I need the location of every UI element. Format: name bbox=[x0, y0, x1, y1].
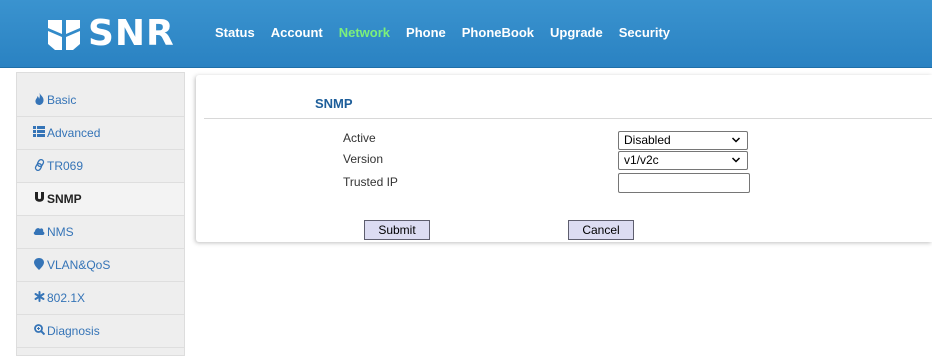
sidebar-item-label: Diagnosis bbox=[47, 324, 100, 338]
asterisk-icon bbox=[33, 291, 45, 305]
nav-account[interactable]: Account bbox=[263, 19, 331, 47]
nav-phone[interactable]: Phone bbox=[398, 19, 454, 47]
sidebar-item-label: Basic bbox=[47, 93, 77, 107]
chevron-down-icon bbox=[731, 157, 741, 163]
snr-logo-icon bbox=[48, 20, 80, 50]
top-header: SNR Status Account Network Phone PhoneBo… bbox=[0, 0, 932, 68]
sidebar-item-label: TR069 bbox=[47, 159, 84, 173]
nav-status[interactable]: Status bbox=[207, 19, 263, 47]
sidebar-item-advanced[interactable]: Advanced bbox=[17, 117, 184, 150]
sidebar-item-vlan-qos[interactable]: VLAN&QoS bbox=[17, 249, 184, 282]
sidebar-item-label: Advanced bbox=[47, 126, 101, 140]
snmp-panel: SNMP Active Disabled Version v1/v2c Trus… bbox=[196, 75, 932, 242]
sidebar-item-basic[interactable]: Basic bbox=[17, 84, 184, 117]
version-label: Version bbox=[343, 152, 384, 166]
divider bbox=[204, 118, 932, 119]
sidebar-item-nms[interactable]: NMS bbox=[17, 216, 184, 249]
sidebar-item-label: 802.1X bbox=[47, 291, 86, 305]
list-icon bbox=[33, 126, 45, 140]
main-nav: Status Account Network Phone PhoneBook U… bbox=[207, 19, 678, 47]
sidebar-item-label: NMS bbox=[47, 225, 74, 239]
sidebar-item-diagnosis[interactable]: Diagnosis bbox=[17, 315, 184, 348]
version-select-value: v1/v2c bbox=[624, 153, 659, 167]
nav-phonebook[interactable]: PhoneBook bbox=[454, 19, 542, 47]
sidebar-item-tr069[interactable]: TR069 bbox=[17, 150, 184, 183]
trusted-ip-label: Trusted IP bbox=[343, 175, 398, 189]
active-select[interactable]: Disabled bbox=[618, 131, 748, 150]
sidebar-item-snmp[interactable]: SNMP bbox=[17, 183, 184, 216]
magnet-icon bbox=[33, 191, 45, 207]
sidebar-item-label: VLAN&QoS bbox=[47, 258, 111, 272]
active-label: Active bbox=[343, 131, 376, 145]
flame-icon bbox=[33, 92, 45, 108]
panel-title: SNMP bbox=[315, 96, 353, 111]
sidebar-item-label: SNMP bbox=[47, 192, 82, 206]
nav-security[interactable]: Security bbox=[611, 19, 678, 47]
version-select[interactable]: v1/v2c bbox=[618, 151, 748, 170]
cancel-button[interactable]: Cancel bbox=[568, 220, 634, 240]
pin-icon bbox=[33, 257, 45, 273]
sidebar-item-8021x[interactable]: 802.1X bbox=[17, 282, 184, 315]
active-select-value: Disabled bbox=[624, 133, 671, 147]
nav-network[interactable]: Network bbox=[331, 19, 398, 47]
submit-button[interactable]: Submit bbox=[364, 220, 430, 240]
link-icon bbox=[33, 158, 45, 174]
trusted-ip-input[interactable] bbox=[618, 173, 750, 193]
sidebar: Basic Advanced TR069 SNMP NMS VLAN&QoS 8… bbox=[16, 72, 185, 356]
cloud-icon bbox=[33, 226, 45, 238]
zoom-icon bbox=[33, 324, 45, 338]
brand-name: SNR bbox=[88, 13, 175, 54]
nav-upgrade[interactable]: Upgrade bbox=[542, 19, 611, 47]
brand-logo[interactable]: SNR bbox=[46, 14, 175, 54]
chevron-down-icon bbox=[731, 137, 741, 143]
